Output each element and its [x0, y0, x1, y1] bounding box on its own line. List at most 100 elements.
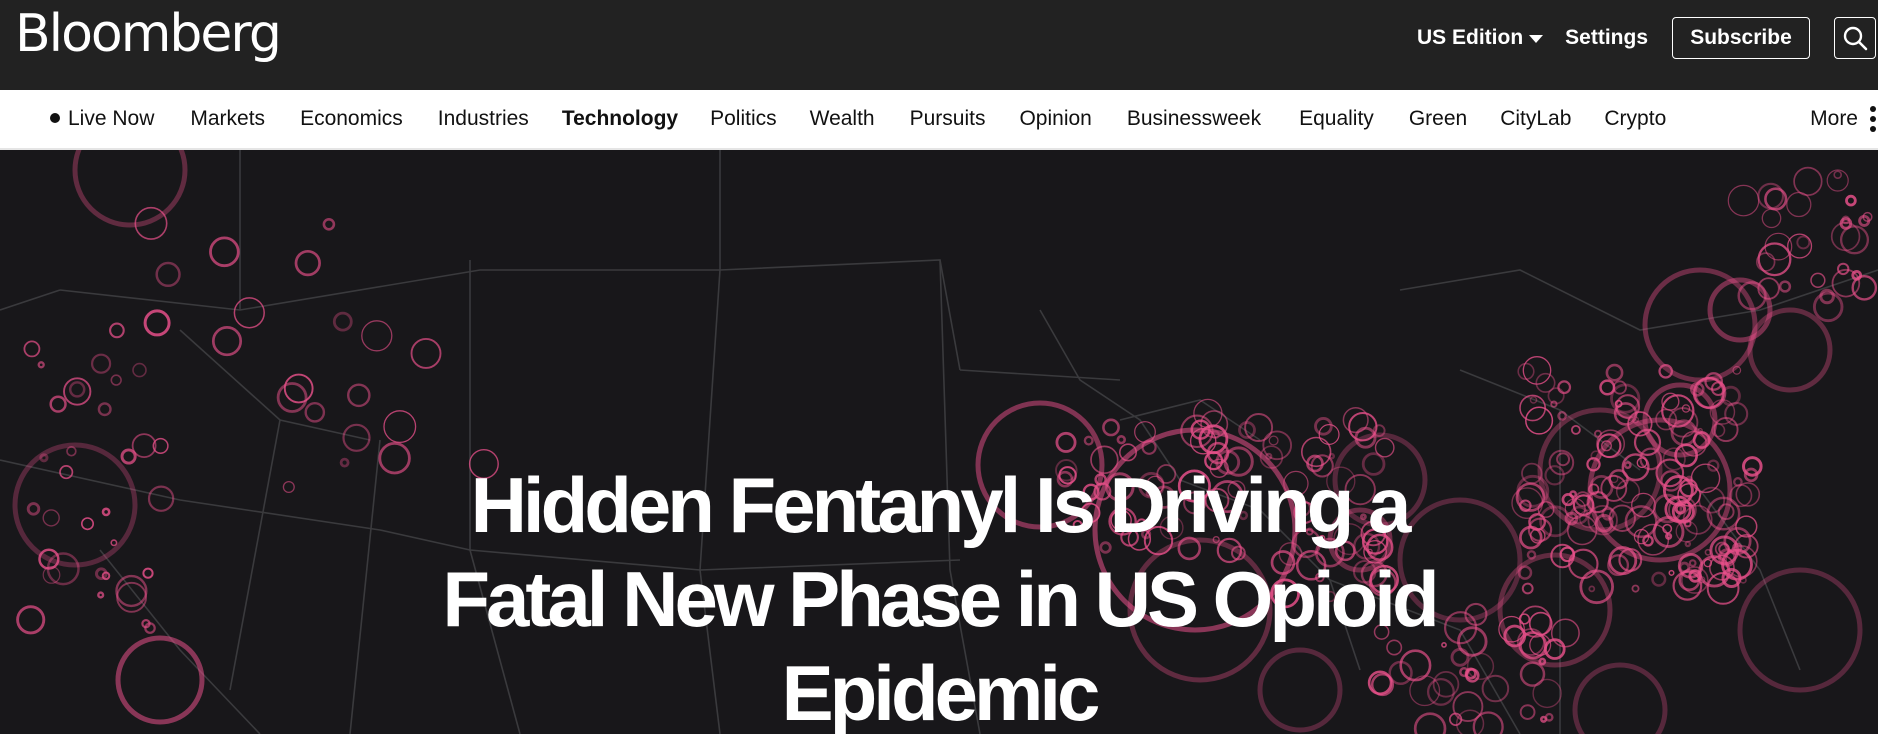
map-ring — [49, 395, 67, 413]
nav-items: Live Now Markets Economics Industries Techno… — [16, 90, 1666, 148]
map-ring — [1858, 214, 1871, 227]
nav-item-economics[interactable]: Economics — [300, 107, 403, 131]
map-ring — [1519, 661, 1546, 687]
map-ring — [322, 218, 336, 231]
map-ring — [1778, 280, 1792, 293]
hero-banner[interactable]: Hidden Fentanyl Is Driving a Fatal New P… — [0, 150, 1878, 734]
hero-headline[interactable]: Hidden Fentanyl Is Driving a Fatal New P… — [439, 458, 1439, 734]
nav-item-label: Live Now — [68, 107, 155, 130]
map-ring — [304, 401, 326, 423]
map-ring — [142, 567, 154, 579]
map-ring — [81, 517, 95, 531]
map-ring — [1845, 194, 1857, 207]
map-ring — [1684, 540, 1692, 548]
nav-item-green[interactable]: Green — [1409, 107, 1467, 131]
map-ring — [1737, 567, 1863, 693]
nav-item-industries[interactable]: Industries — [438, 107, 529, 131]
map-ring — [1761, 208, 1782, 229]
map-ring — [1642, 267, 1758, 383]
map-ring — [115, 635, 205, 725]
search-button[interactable] — [1834, 17, 1876, 59]
edition-selector[interactable]: US Edition — [1416, 26, 1544, 50]
map-ring — [1594, 429, 1602, 438]
map-ring — [1262, 430, 1293, 461]
map-ring — [1605, 363, 1624, 382]
map-ring — [1690, 463, 1721, 494]
map-ring — [1727, 184, 1760, 217]
map-ring — [383, 410, 417, 444]
nav-item-label: Green — [1408, 107, 1468, 130]
map-ring — [101, 507, 111, 517]
map-ring — [90, 353, 112, 374]
map-ring — [97, 402, 112, 417]
map-ring — [155, 261, 181, 288]
more-label: More — [1810, 107, 1858, 130]
map-ring — [1833, 170, 1842, 180]
map-border — [1039, 309, 1181, 481]
live-dot-icon — [50, 113, 60, 123]
map-ring — [1102, 418, 1120, 437]
edition-label: US Edition — [1416, 26, 1524, 49]
map-ring — [1851, 275, 1878, 301]
nav-item-technology[interactable]: Technology — [562, 107, 678, 131]
map-ring — [1631, 584, 1640, 593]
map-ring — [209, 236, 240, 268]
nav-item-label: Economics — [300, 107, 403, 130]
header-actions: US Edition Settings Subscribe — [1417, 17, 1876, 59]
map-ring — [1826, 169, 1849, 192]
nav-item-equality[interactable]: Equality — [1299, 107, 1374, 131]
settings-link[interactable]: Settings — [1565, 26, 1648, 50]
map-ring — [39, 453, 49, 463]
nav-item-label: Wealth — [809, 107, 875, 130]
map-ring — [68, 381, 86, 398]
map-ring — [131, 433, 157, 459]
nav-item-label: Markets — [190, 107, 266, 130]
map-border — [229, 419, 281, 691]
map-ring — [233, 297, 265, 329]
map-ring — [1521, 582, 1534, 595]
map-ring — [1651, 571, 1667, 587]
map-ring — [1557, 411, 1567, 421]
map-ring — [42, 509, 60, 527]
top-header: Bloomberg US Edition Settings Subscribe — [0, 0, 1878, 90]
map-ring — [1519, 704, 1536, 720]
map-ring — [1615, 479, 1641, 504]
map-ring — [1810, 272, 1826, 288]
map-border — [1119, 399, 1261, 441]
map-ring — [1747, 307, 1833, 393]
section-nav: Live Now Markets Economics Industries Techno… — [0, 90, 1878, 150]
map-ring — [59, 465, 74, 480]
subscribe-button[interactable]: Subscribe — [1672, 17, 1810, 59]
nav-item-citylab[interactable]: CityLab — [1500, 107, 1571, 131]
map-ring — [1481, 674, 1510, 703]
map-ring — [66, 446, 77, 457]
map-ring — [1556, 452, 1571, 467]
map-border — [0, 289, 61, 311]
map-border — [959, 369, 1121, 381]
map-ring — [141, 619, 151, 629]
map-ring — [1704, 548, 1712, 556]
map-ring — [211, 326, 243, 357]
nav-item-pursuits[interactable]: Pursuits — [910, 107, 986, 131]
vertical-dots-icon — [1870, 106, 1878, 132]
map-ring — [1083, 435, 1094, 446]
nav-item-businessweek[interactable]: Businessweek — [1127, 107, 1261, 131]
nav-item-label: Pursuits — [909, 107, 986, 130]
map-ring — [1472, 711, 1504, 734]
nav-item-wealth[interactable]: Wealth — [810, 107, 875, 131]
map-ring — [1839, 225, 1870, 255]
map-ring — [1557, 380, 1572, 395]
map-ring — [283, 373, 314, 404]
map-border — [349, 439, 381, 734]
nav-item-politics[interactable]: Politics — [710, 107, 777, 131]
nav-item-crypto[interactable]: Crypto — [1604, 107, 1666, 131]
map-ring — [1544, 712, 1554, 722]
map-ring — [1441, 641, 1447, 648]
map-ring — [1786, 191, 1812, 218]
nav-item-opinion[interactable]: Opinion — [1019, 107, 1091, 131]
bloomberg-logo[interactable]: Bloomberg — [15, 4, 282, 64]
nav-item-markets[interactable]: Markets — [190, 107, 265, 131]
more-menu[interactable]: More — [1810, 90, 1878, 148]
map-ring — [97, 591, 105, 599]
nav-item-live-now[interactable]: Live Now — [50, 107, 154, 131]
